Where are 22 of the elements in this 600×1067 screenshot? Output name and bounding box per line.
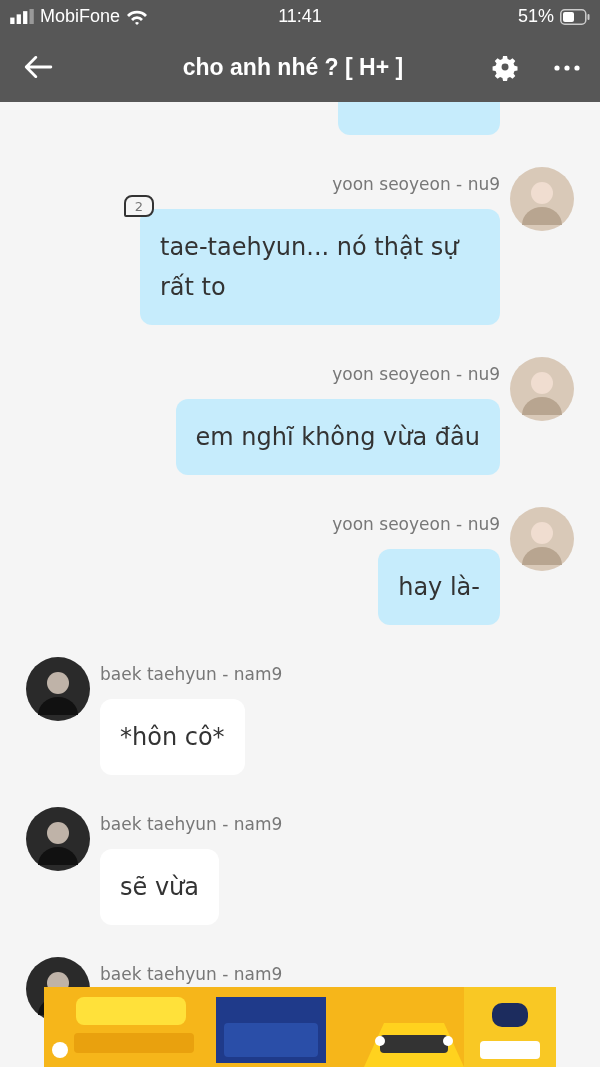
message-bubble: *hôn cô* [100,699,245,775]
wifi-icon [126,8,149,25]
more-icon[interactable] [554,64,580,71]
battery-percent: 51% [517,6,554,27]
sender-name: baek taehyun - nam9 [100,963,283,986]
sender-name: yoon seoyeon - nu9 [332,173,500,196]
battery-icon [560,8,590,25]
sender-name: yoon seoyeon - nu9 [332,363,500,386]
sender-name: baek taehyun - nam9 [100,813,283,836]
signal-icon [10,9,34,24]
carrier-name: MobiFone [40,6,121,27]
sender-name: baek taehyun - nam9 [100,663,283,686]
avatar[interactable] [26,807,90,871]
chat-title: cho anh nhé ? [ H+ ] [181,54,405,81]
comment-count-badge[interactable]: 2 [124,195,154,217]
message-bubble: hay là- [378,549,500,625]
settings-icon[interactable] [492,54,518,81]
avatar[interactable] [26,657,90,721]
message-bubble: sẽ vừa [100,849,220,925]
sender-name: yoon seoyeon - nu9 [332,513,500,536]
status-time: 11:41 [278,6,322,27]
message-bubble: em nghĩ không vừa đâu [175,399,500,475]
